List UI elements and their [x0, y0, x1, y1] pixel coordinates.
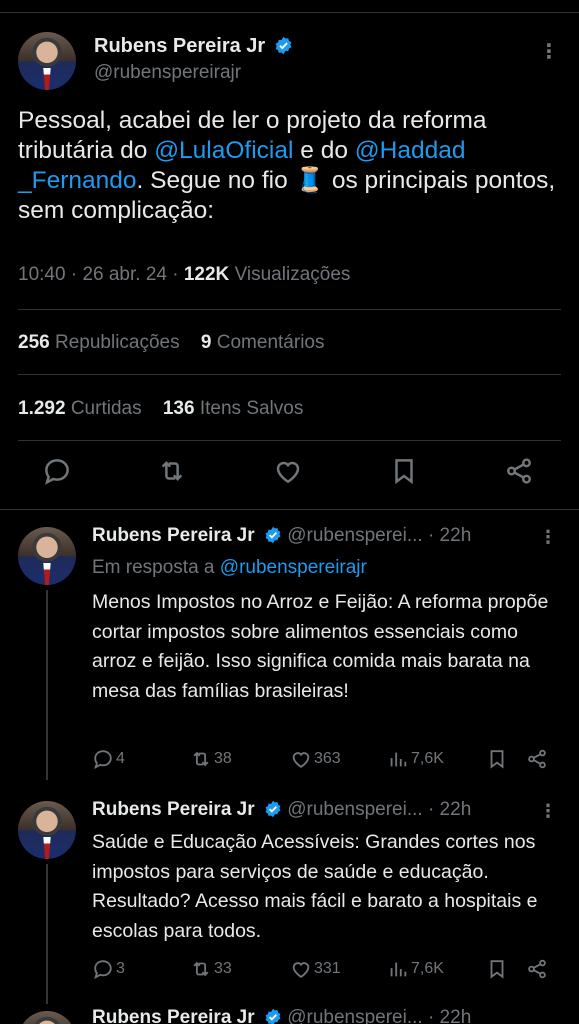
author-row[interactable]: Rubens Pereira Jr: [94, 35, 293, 58]
reply-icon[interactable]: [42, 456, 74, 488]
comments-count: 3: [116, 960, 125, 977]
author-handle[interactable]: @rubenspereі...: [287, 1007, 422, 1024]
avatar[interactable]: [18, 1011, 76, 1024]
avatar[interactable]: [18, 32, 76, 90]
bookmark-icon: [490, 750, 504, 769]
stats-row: 1.292 Curtidas 136 Itens Salvos: [18, 398, 303, 420]
reply-actions: 4 38 363 7,6K: [92, 748, 561, 772]
more-options-icon[interactable]: ⋮: [539, 528, 557, 546]
mention-link[interactable]: @rubenspereirajr: [220, 557, 367, 578]
repost-button[interactable]: 38: [190, 748, 232, 770]
stats-row: 256 Republicações 9 Comentários: [18, 332, 324, 354]
views-icon: [390, 962, 407, 977]
views-count: 7,6K: [411, 960, 444, 977]
tweet-time[interactable]: · 22h: [428, 799, 471, 820]
avatar[interactable]: [18, 801, 76, 859]
comments-stat[interactable]: 9 Comentários: [201, 332, 325, 353]
author-name[interactable]: Rubens Pereira Jr: [92, 525, 255, 546]
repost-button[interactable]: 33: [190, 958, 232, 980]
verified-badge-icon: [265, 800, 281, 818]
author-name[interactable]: Rubens Pereira Jr: [92, 1007, 255, 1024]
in-reply-label: Em resposta a: [92, 557, 220, 578]
reply-text: Saúde e Educação Acessíveis: Grandes cor…: [92, 831, 538, 942]
reply-header: Rubens Pereira Jr @rubenspereі... · 22h: [92, 1007, 471, 1024]
reply-text: Menos Impostos no Arroz e Feijão: A refo…: [92, 591, 549, 702]
author-name[interactable]: Rubens Pereira Jr: [94, 35, 265, 57]
views-icon: [390, 752, 407, 767]
reply-icon: [94, 960, 112, 980]
views-count: 7,6K: [411, 750, 444, 767]
share-icon: [528, 959, 546, 979]
reply-actions: 3 33 331 7,6K: [92, 958, 561, 982]
reply-icon: [94, 750, 112, 770]
saves-stat[interactable]: 136 Itens Salvos: [163, 398, 303, 419]
tweet-actions: [0, 456, 579, 496]
divider: [18, 374, 561, 375]
top-divider: [0, 12, 579, 13]
like-icon: [292, 752, 310, 768]
reposts-count: 33: [214, 960, 232, 977]
likes-stat[interactable]: 1.292 Curtidas: [18, 398, 142, 419]
thread-line: [46, 590, 48, 780]
share-button[interactable]: [526, 958, 548, 980]
views-count: 122K: [183, 264, 230, 285]
like-button[interactable]: 363: [290, 748, 341, 770]
views-button[interactable]: 7,6K: [387, 958, 444, 980]
divider: [0, 509, 579, 510]
reposts-count: 38: [214, 750, 232, 767]
reposts-stat[interactable]: 256 Republicações: [18, 332, 180, 353]
author-handle[interactable]: @rubenspereirajr: [94, 62, 241, 84]
verified-badge-icon: [275, 36, 291, 55]
like-icon[interactable]: [273, 456, 305, 488]
tweet-text: Pessoal, acabei de ler o projeto da refo…: [18, 106, 563, 226]
verified-badge-icon: [265, 526, 281, 544]
bookmark-button[interactable]: [486, 748, 508, 770]
share-button[interactable]: [526, 748, 548, 770]
thread-line: [46, 864, 48, 1004]
reply-header: Rubens Pereira Jr @rubenspereі... · 22h: [92, 525, 471, 547]
author-handle[interactable]: @rubenspereі...: [287, 525, 422, 546]
divider: [18, 309, 561, 310]
repost-icon: [193, 751, 209, 767]
likes-count: 331: [314, 960, 341, 977]
more-options-icon[interactable]: ⋮: [539, 42, 559, 62]
bookmark-icon: [490, 960, 504, 979]
more-options-icon[interactable]: ⋮: [539, 802, 557, 820]
like-icon: [292, 962, 310, 978]
tweet-time[interactable]: · 22h: [428, 525, 471, 546]
tweet-meta: 10:40 · 26 abr. 24 · 122K Visualizações: [18, 264, 351, 285]
tweet-time[interactable]: · 22h: [428, 1007, 471, 1024]
views-label: Visualizações: [234, 264, 351, 285]
likes-count: 363: [314, 750, 341, 767]
divider: [18, 440, 561, 441]
avatar[interactable]: [18, 527, 76, 585]
share-icon[interactable]: [504, 456, 536, 488]
repost-icon[interactable]: [157, 456, 189, 488]
like-button[interactable]: 331: [290, 958, 341, 980]
bookmark-button[interactable]: [486, 958, 508, 980]
tweet-time[interactable]: 10:40: [18, 264, 66, 285]
reply-header: Rubens Pereira Jr @rubenspereі... · 22h: [92, 799, 471, 821]
comments-count: 4: [116, 750, 125, 767]
author-handle[interactable]: @rubenspereі...: [287, 799, 422, 820]
reply-button[interactable]: 3: [92, 958, 125, 980]
repost-icon: [193, 961, 209, 977]
in-reply-to: Em resposta a @rubenspereirajr: [92, 557, 367, 579]
mention-link[interactable]: @LulaOficial: [154, 137, 293, 164]
reply-button[interactable]: 4: [92, 748, 125, 770]
verified-badge-icon: [265, 1008, 281, 1024]
author-name[interactable]: Rubens Pereira Jr: [92, 799, 255, 820]
views-button[interactable]: 7,6K: [387, 748, 444, 770]
bookmark-icon[interactable]: [389, 456, 421, 488]
tweet-text-part: e do: [293, 137, 355, 164]
tweet-date[interactable]: 26 abr. 24: [82, 264, 167, 285]
share-icon: [528, 749, 546, 769]
